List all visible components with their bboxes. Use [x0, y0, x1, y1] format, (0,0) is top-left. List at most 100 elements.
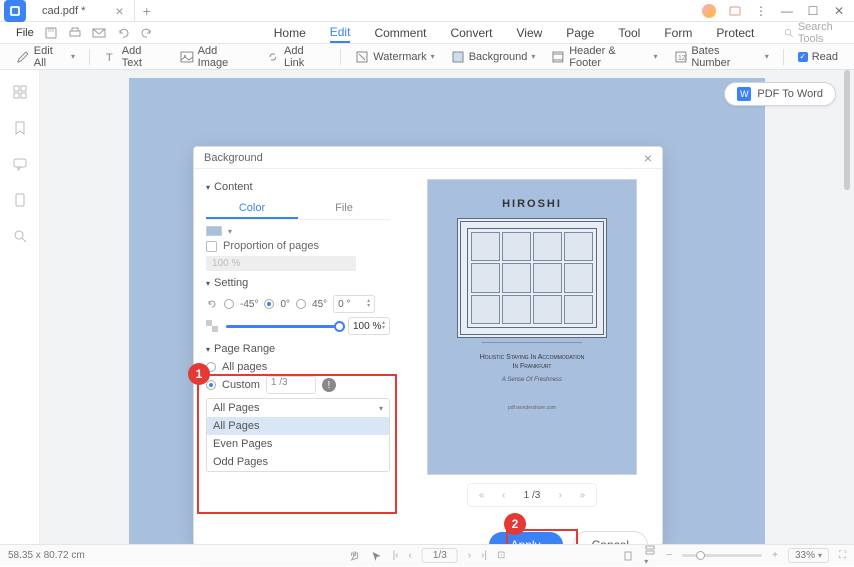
header-footer-button[interactable]: Header & Footer▾: [545, 45, 663, 69]
attachment-icon[interactable]: [12, 192, 28, 208]
watermark-button[interactable]: Watermark▾: [349, 50, 440, 64]
vertical-scrollbar[interactable]: [844, 70, 850, 544]
pdf-to-word-button[interactable]: W PDF To Word: [724, 82, 836, 106]
print-icon[interactable]: [68, 26, 82, 40]
dropdown-option-all[interactable]: All Pages: [207, 417, 389, 435]
tab-tool[interactable]: Tool: [618, 24, 640, 42]
menubar: File Home Edit Comment Convert View Page…: [0, 22, 854, 44]
annotation-step-1: 1: [188, 363, 210, 385]
color-tab[interactable]: Color: [206, 199, 298, 219]
close-window-button[interactable]: ✕: [832, 4, 846, 18]
file-tab[interactable]: File: [298, 199, 390, 219]
edit-toolbar: Edit All▾ T Add Text Add Image Add Link …: [0, 44, 854, 70]
custom-radio[interactable]: [206, 380, 216, 390]
add-text-button[interactable]: T Add Text: [98, 45, 170, 69]
pager-next-icon[interactable]: ›: [552, 487, 568, 503]
nav-next-icon[interactable]: ›: [468, 550, 471, 561]
info-icon[interactable]: !: [322, 378, 336, 392]
search-tools[interactable]: Search Tools: [784, 21, 848, 45]
color-chip: [206, 226, 222, 236]
proportion-checkbox[interactable]: [206, 241, 217, 252]
tab-form[interactable]: Form: [664, 24, 692, 42]
bookmark-icon[interactable]: [12, 120, 28, 136]
main-tabs: Home Edit Comment Convert View Page Tool…: [274, 23, 755, 43]
tab-filename: cad.pdf *: [42, 5, 85, 17]
file-menu[interactable]: File: [6, 27, 44, 39]
select-tool-icon[interactable]: [371, 550, 383, 562]
app-logo: [4, 0, 26, 22]
edit-all-button[interactable]: Edit All▾: [10, 45, 81, 69]
opacity-slider[interactable]: [226, 325, 340, 328]
content-section-head[interactable]: ▾Content: [206, 181, 390, 193]
tab-comment[interactable]: Comment: [374, 24, 426, 42]
mail-icon[interactable]: [92, 26, 106, 40]
setting-section-head[interactable]: ▾Setting: [206, 277, 390, 289]
svg-text:T: T: [106, 51, 113, 63]
proportion-label: Proportion of pages: [223, 240, 319, 252]
more-icon[interactable]: ⋮: [754, 4, 768, 18]
undo-icon[interactable]: [116, 26, 130, 40]
bates-number-button[interactable]: 123 Bates Number▾: [668, 45, 775, 69]
minimize-button[interactable]: —: [780, 4, 794, 18]
new-tab-button[interactable]: +: [135, 3, 159, 19]
tab-edit[interactable]: Edit: [330, 23, 351, 43]
view-continuous-icon[interactable]: ▾: [644, 544, 656, 567]
nav-prev-icon[interactable]: ‹: [409, 550, 412, 561]
maximize-button[interactable]: ☐: [806, 4, 820, 18]
hand-tool-icon[interactable]: [349, 550, 361, 562]
dropdown-option-odd[interactable]: Odd Pages: [207, 453, 389, 471]
preview-pager: « ‹ 1 /3 › »: [467, 483, 598, 507]
word-icon: W: [737, 87, 751, 101]
page-subset-dropdown[interactable]: All Pages▾ All Pages Even Pages Odd Page…: [206, 398, 390, 472]
scroll-thumb[interactable]: [844, 70, 850, 190]
background-button[interactable]: Background▾: [445, 50, 542, 64]
add-image-button[interactable]: Add Image: [174, 45, 256, 69]
nav-first-icon[interactable]: |‹: [393, 550, 399, 561]
comment-panel-icon[interactable]: [12, 156, 28, 172]
dialog-close-icon[interactable]: ×: [644, 150, 652, 166]
thumbnails-icon[interactable]: [12, 84, 28, 100]
add-link-button[interactable]: Add Link: [260, 45, 332, 69]
rotate-neg45-radio[interactable]: [224, 299, 234, 309]
zoom-in-icon[interactable]: +: [772, 550, 778, 561]
page-indicator[interactable]: 1/3: [422, 548, 458, 563]
custom-range-input[interactable]: 1 /3: [266, 376, 316, 394]
tab-view[interactable]: View: [516, 24, 542, 42]
slider-thumb[interactable]: [334, 321, 345, 332]
zoom-slider-thumb[interactable]: [696, 551, 705, 560]
account-badge-icon[interactable]: [702, 4, 716, 18]
nav-last-icon[interactable]: ›|: [481, 550, 487, 561]
fit-page-icon[interactable]: ⊡: [497, 550, 505, 561]
view-single-icon[interactable]: [622, 550, 634, 562]
rotate-reset-icon[interactable]: [206, 298, 218, 310]
tab-home[interactable]: Home: [274, 24, 306, 42]
rotate-0-radio[interactable]: [264, 299, 274, 309]
color-picker[interactable]: ▾: [206, 226, 390, 236]
document-tab[interactable]: cad.pdf * ×: [32, 0, 135, 22]
pager-last-icon[interactable]: »: [574, 487, 590, 503]
fullscreen-icon[interactable]: ⛶: [839, 550, 846, 561]
annotation-step-2: 2: [504, 513, 526, 535]
zoom-value[interactable]: 33%▾: [788, 548, 829, 563]
tab-convert[interactable]: Convert: [450, 24, 492, 42]
zoom-out-icon[interactable]: −: [666, 550, 672, 561]
search-panel-icon[interactable]: [12, 228, 28, 244]
pager-first-icon[interactable]: «: [474, 487, 490, 503]
close-tab-icon[interactable]: ×: [115, 3, 123, 19]
opacity-input[interactable]: 100 %▴▾: [348, 317, 390, 335]
workspace: Holistic Staying In Accommodation In Fra…: [0, 70, 854, 544]
rotate-45-radio[interactable]: [296, 299, 306, 309]
angle-input[interactable]: 0 °▴▾: [333, 295, 375, 313]
pager-current: 1 /3: [518, 490, 547, 501]
read-toggle[interactable]: ✓ Read: [792, 51, 844, 63]
tab-protect[interactable]: Protect: [716, 24, 754, 42]
tab-page[interactable]: Page: [566, 24, 594, 42]
dropdown-option-even[interactable]: Even Pages: [207, 435, 389, 453]
redo-icon[interactable]: [140, 26, 154, 40]
pager-prev-icon[interactable]: ‹: [496, 487, 512, 503]
notification-icon[interactable]: [728, 4, 742, 18]
save-icon[interactable]: [44, 26, 58, 40]
search-icon: [784, 27, 794, 39]
page-range-section-head[interactable]: ▾Page Range: [206, 343, 390, 355]
zoom-slider[interactable]: [682, 554, 762, 557]
